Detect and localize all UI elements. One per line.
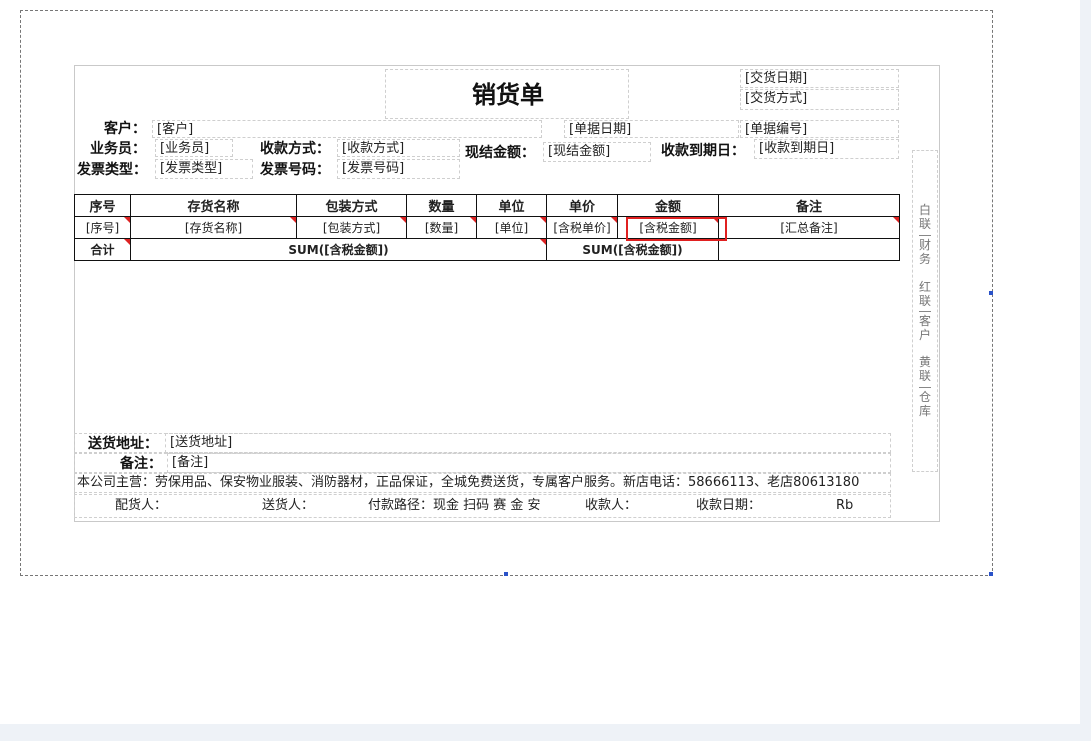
copy-yellow-label: 黄联	[918, 355, 931, 383]
expand-marker-icon	[124, 217, 130, 223]
expand-marker-icon	[400, 217, 406, 223]
remark-field[interactable]: [备注]	[167, 453, 891, 473]
header-cell-amount[interactable]: 金额	[617, 194, 719, 217]
copy-separator	[919, 311, 931, 312]
copy-separator	[919, 235, 931, 236]
title-cell[interactable]: 销货单	[385, 69, 629, 119]
vertical-scrollbar[interactable]	[1080, 0, 1091, 724]
rb-text: Rb	[836, 498, 854, 513]
cell-unit-price[interactable]: [含税单价]	[546, 216, 618, 239]
total-sum-cell-1[interactable]: SUM([含税金额])	[130, 238, 547, 261]
cell-item-name[interactable]: [存货名称]	[130, 216, 297, 239]
copy-white-dest: 财务	[918, 238, 931, 266]
table-row: [序号] [存货名称] [包装方式] [数量] [单位] [含税单价] [含税金…	[74, 216, 900, 239]
cell-packaging[interactable]: [包装方式]	[296, 216, 407, 239]
address-label: 送货地址：	[88, 436, 158, 452]
header-cell-unit[interactable]: 单位	[476, 194, 547, 217]
receiver-label: 收款人：	[585, 498, 638, 513]
detail-table: 序号 存货名称 包装方式 数量 单位 单价 金额 备注 [序号] [存货名称] …	[74, 194, 900, 261]
table-total-row: 合计 SUM([含税金额]) SUM([含税金额])	[74, 238, 900, 261]
copy-red-dest: 客户	[918, 314, 931, 342]
expand-marker-icon	[540, 239, 546, 245]
cash-amount-field[interactable]: [现结金额]	[543, 142, 651, 162]
doc-number-field[interactable]: [单据编号]	[740, 120, 899, 138]
header-cell-remark[interactable]: 备注	[718, 194, 900, 217]
invoice-no-field[interactable]: [发票号码]	[337, 159, 460, 179]
invoice-no-label: 发票号码：	[260, 162, 330, 178]
cell-remark[interactable]: [汇总备注]	[718, 216, 900, 239]
expand-marker-icon	[611, 217, 617, 223]
resize-handle-right[interactable]	[989, 291, 993, 295]
expand-marker-icon	[290, 217, 296, 223]
table-header-row: 序号 存货名称 包装方式 数量 单位 单价 金额 备注	[74, 194, 900, 217]
selected-cell-highlight	[626, 217, 727, 241]
doc-date-field[interactable]: [单据日期]	[564, 120, 739, 138]
delivery-method-field[interactable]: [交货方式]	[740, 89, 899, 110]
salesman-label: 业务员：	[90, 141, 146, 157]
salesman-field[interactable]: [业务员]	[155, 139, 233, 157]
horizontal-scrollbar[interactable]	[0, 724, 1091, 741]
cell-index[interactable]: [序号]	[74, 216, 131, 239]
total-sum-cell-2[interactable]: SUM([含税金额])	[546, 238, 719, 261]
header-cell-quantity[interactable]: 数量	[406, 194, 477, 217]
copy-white-label: 白联	[918, 203, 931, 231]
receive-date-label: 收款日期：	[696, 498, 762, 513]
resize-handle-corner[interactable]	[989, 572, 993, 576]
header-cell-item-name[interactable]: 存货名称	[130, 194, 297, 217]
picker-label: 配货人：	[115, 498, 168, 513]
report-title: 销货单	[472, 80, 544, 109]
cell-unit[interactable]: [单位]	[476, 216, 547, 239]
deliverer-label: 送货人：	[262, 498, 315, 513]
expand-marker-icon	[124, 239, 130, 245]
customer-label: 客户：	[104, 121, 146, 137]
due-date-field[interactable]: [收款到期日]	[754, 139, 899, 159]
expand-marker-icon	[540, 217, 546, 223]
delivery-date-field[interactable]: [交货日期]	[740, 69, 899, 88]
company-info[interactable]: 本公司主营：劳保用品、保安物业服装、消防器材，正品保证，全城免费送货，专属客户服…	[74, 473, 891, 493]
expand-marker-icon	[470, 217, 476, 223]
expand-marker-icon	[893, 217, 899, 223]
customer-field[interactable]: [客户]	[152, 120, 542, 138]
invoice-type-label: 发票类型：	[77, 162, 147, 178]
total-label-cell[interactable]: 合计	[74, 238, 131, 261]
address-field[interactable]: [送货地址]	[165, 433, 891, 453]
due-date-label: 收款到期日：	[661, 143, 745, 159]
resize-handle-bottom[interactable]	[504, 572, 508, 576]
copy-red-label: 红联	[918, 280, 931, 308]
pay-method-label: 收款方式：	[260, 141, 330, 157]
header-cell-packaging[interactable]: 包装方式	[296, 194, 407, 217]
invoice-type-field[interactable]: [发票类型]	[155, 159, 253, 179]
total-empty-cell[interactable]	[718, 238, 900, 261]
payment-path-label: 付款路径：现金 扫码 赛 金 安	[368, 498, 541, 513]
cash-amount-label: 现结金额：	[465, 145, 535, 161]
header-cell-unit-price[interactable]: 单价	[546, 194, 618, 217]
copy-yellow-dest: 仓库	[918, 390, 931, 418]
header-cell-index[interactable]: 序号	[74, 194, 131, 217]
cell-quantity[interactable]: [数量]	[406, 216, 477, 239]
pay-method-field[interactable]: [收款方式]	[337, 139, 460, 157]
remark-label: 备注：	[120, 456, 162, 472]
copy-separator	[919, 387, 931, 388]
